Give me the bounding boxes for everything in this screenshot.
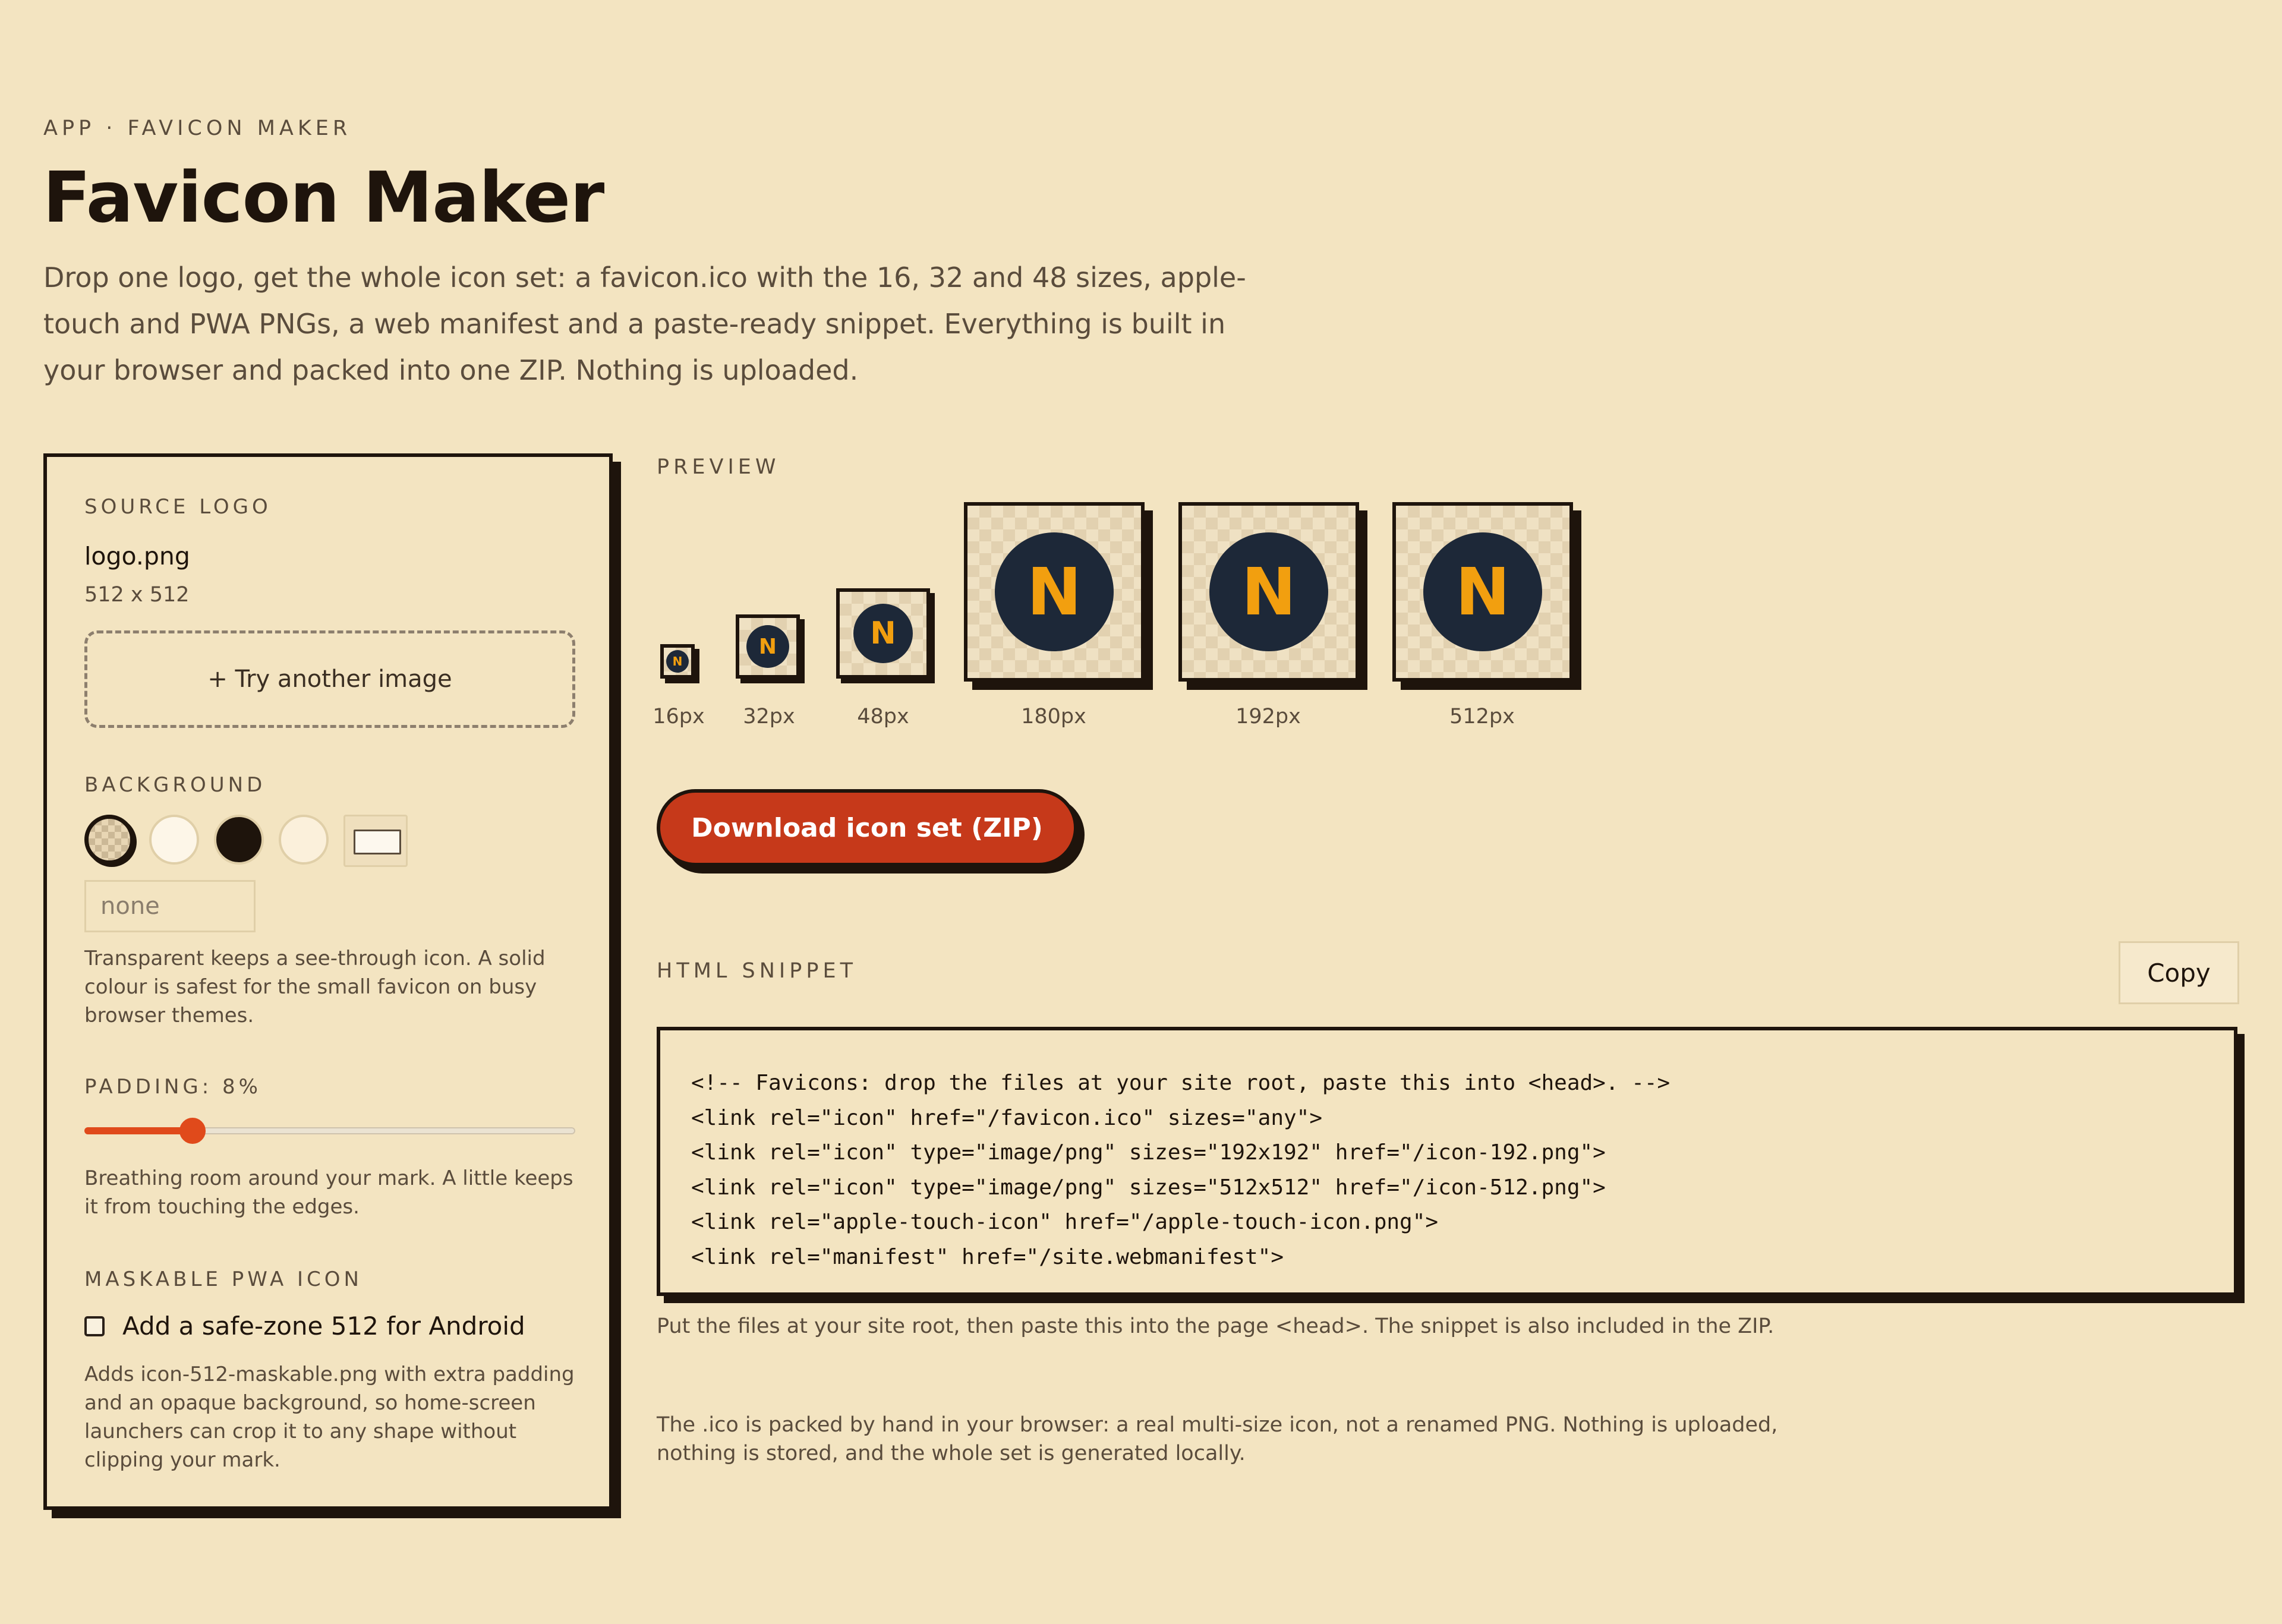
code-line: <link rel="icon" href="/favicon.ico" siz… xyxy=(691,1105,1323,1130)
source-filename: logo.png xyxy=(84,542,190,570)
custom-color-preview xyxy=(354,830,401,854)
size-label-192: 192px xyxy=(1235,705,1301,729)
preview-180: N xyxy=(964,502,1145,682)
app-eyebrow: APP · FAVICON MAKER xyxy=(43,116,352,140)
maskable-help: Adds icon-512-maskable.png with extra pa… xyxy=(84,1363,575,1472)
logo-180: N xyxy=(995,532,1114,651)
swatch-cream[interactable] xyxy=(149,815,199,865)
preview-label: PREVIEW xyxy=(657,455,780,479)
download-zip-button[interactable]: Download icon set (ZIP) xyxy=(657,789,1077,866)
logo-letter: N xyxy=(672,654,683,668)
logo-32: N xyxy=(746,625,789,668)
page-title: Favicon Maker xyxy=(43,156,604,238)
swatch-transparent[interactable] xyxy=(84,815,134,865)
code-line: <!-- Favicons: drop the files at your si… xyxy=(691,1071,1670,1095)
logo-letter: N xyxy=(1241,554,1297,630)
background-value-input[interactable]: none xyxy=(84,880,256,932)
preview-32: N xyxy=(736,614,800,679)
logo-48: N xyxy=(853,604,913,663)
slider-thumb[interactable] xyxy=(179,1118,206,1144)
maskable-checkbox[interactable] xyxy=(84,1316,105,1336)
preview-192: N xyxy=(1178,502,1359,682)
snippet-note: Put the files at your site root, then pa… xyxy=(657,1314,1774,1338)
preview-48: N xyxy=(836,588,930,679)
swatch-ivory[interactable] xyxy=(279,815,329,865)
swatch-dark[interactable] xyxy=(214,815,264,865)
size-label-512: 512px xyxy=(1449,705,1515,729)
logo-192: N xyxy=(1209,532,1328,651)
preview-16: N xyxy=(660,644,695,679)
logo-letter: N xyxy=(1455,554,1511,630)
size-label-180: 180px xyxy=(1021,705,1086,729)
html-snippet-label: HTML SNIPPET xyxy=(657,959,857,983)
code-line: <link rel="apple-touch-icon" href="/appl… xyxy=(691,1210,1439,1234)
custom-color-picker[interactable] xyxy=(343,815,408,867)
logo-letter: N xyxy=(758,634,777,659)
html-snippet-code[interactable]: <!-- Favicons: drop the files at your si… xyxy=(657,1027,2237,1296)
footer-note: The .ico is packed by hand in your brows… xyxy=(657,1413,1778,1465)
padding-help: Breathing room around your mark. A littl… xyxy=(84,1166,573,1219)
padding-label: PADDING: 8% xyxy=(84,1075,261,1099)
copy-snippet-button[interactable]: Copy xyxy=(2119,941,2239,1004)
maskable-label: MASKABLE PWA ICON xyxy=(84,1267,363,1291)
logo-512: N xyxy=(1423,532,1542,651)
source-dimensions: 512 x 512 xyxy=(84,583,190,607)
logo-letter: N xyxy=(870,616,896,651)
code-line: <link rel="manifest" href="/site.webmani… xyxy=(691,1244,1284,1269)
intro-text: Drop one logo, get the whole icon set: a… xyxy=(43,261,1246,386)
background-help: Transparent keeps a see-through icon. A … xyxy=(84,947,546,1027)
code-line: <link rel="icon" type="image/png" sizes=… xyxy=(691,1140,1606,1165)
source-logo-label: SOURCE LOGO xyxy=(84,495,272,519)
logo-letter: N xyxy=(1026,554,1082,630)
preview-512: N xyxy=(1392,502,1573,682)
maskable-option[interactable]: Add a safe-zone 512 for Android xyxy=(84,1311,525,1341)
code-line: <link rel="icon" type="image/png" sizes=… xyxy=(691,1175,1606,1200)
logo-16: N xyxy=(666,650,689,673)
slider-fill xyxy=(84,1127,193,1134)
padding-slider[interactable] xyxy=(84,1118,575,1144)
size-label-48: 48px xyxy=(857,705,909,729)
maskable-checkbox-label[interactable]: Add a safe-zone 512 for Android xyxy=(122,1311,525,1341)
try-another-image-dropzone[interactable]: + Try another image xyxy=(84,630,575,728)
background-label: BACKGROUND xyxy=(84,773,266,797)
settings-panel: SOURCE LOGO logo.png 512 x 512 + Try ano… xyxy=(43,453,613,1510)
